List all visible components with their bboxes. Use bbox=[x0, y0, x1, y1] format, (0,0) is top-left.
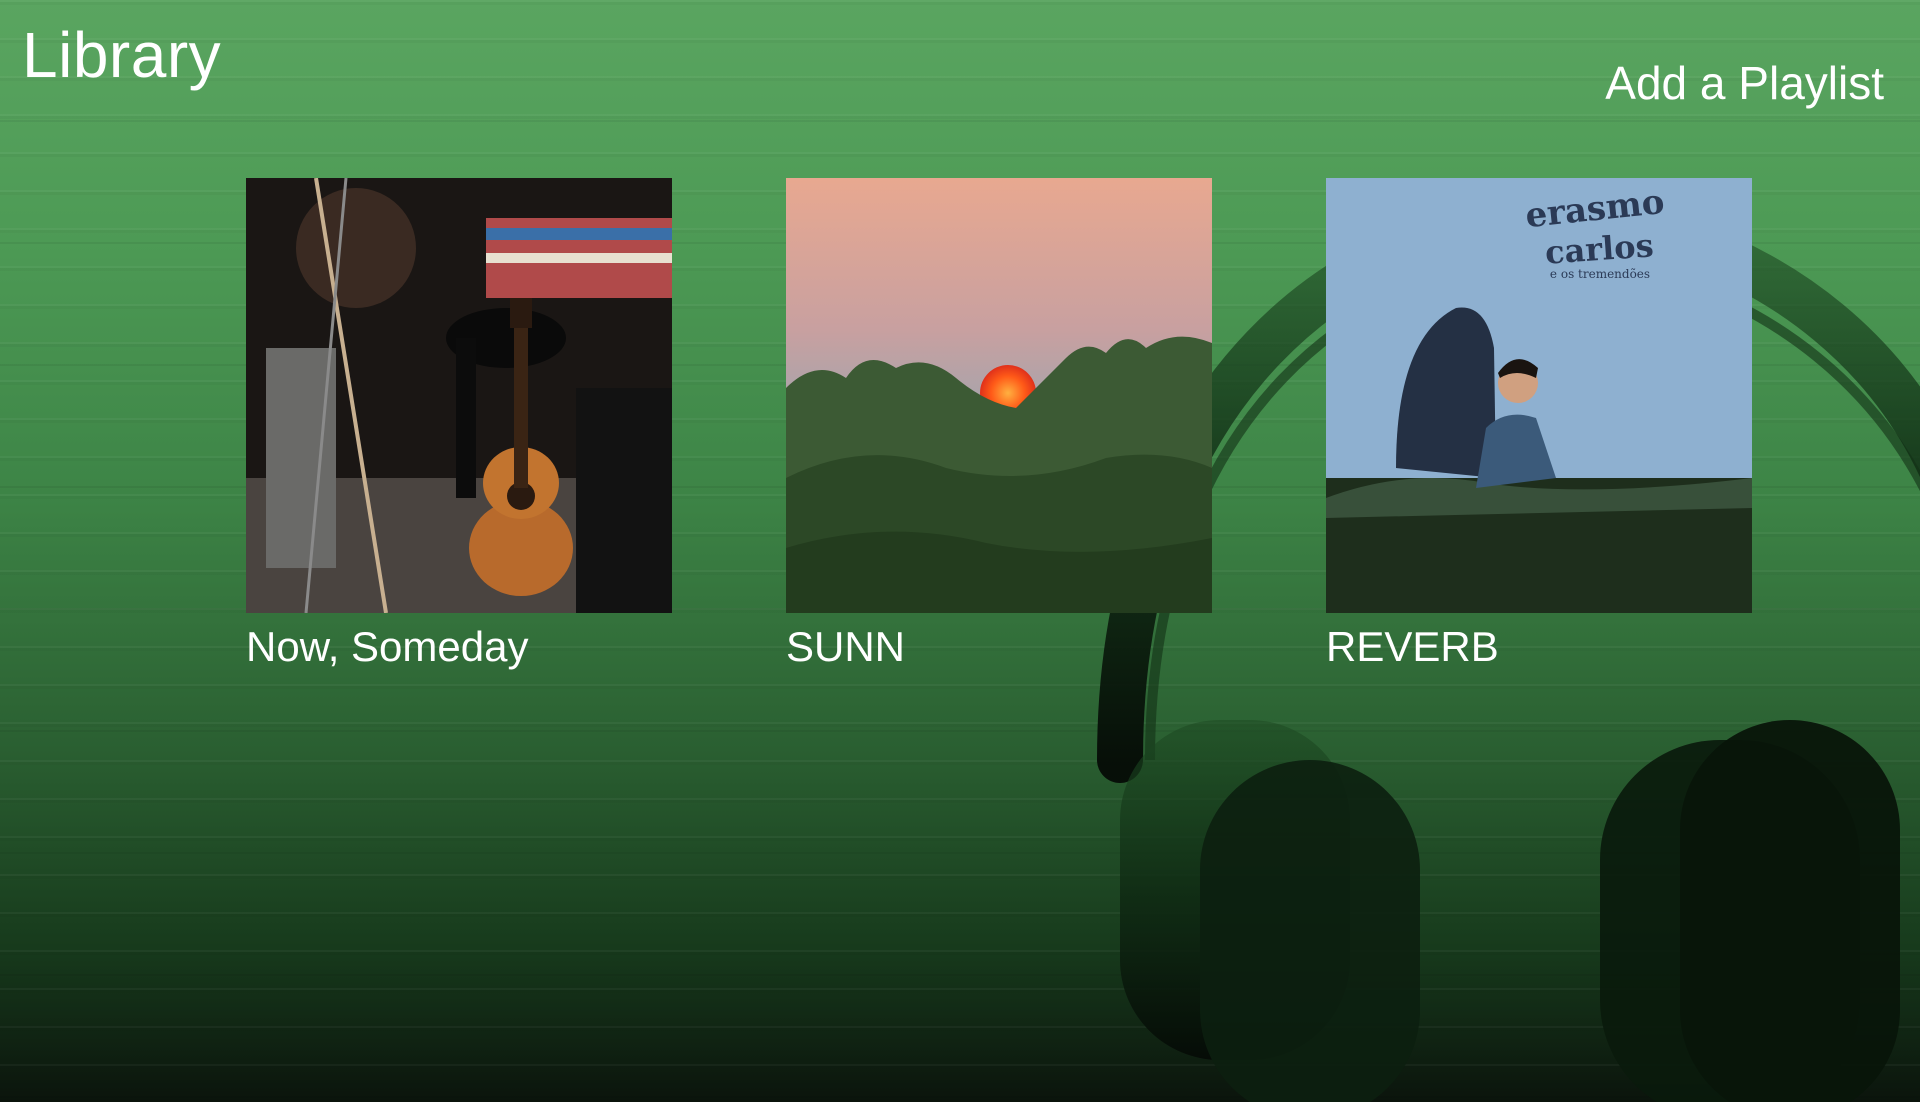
library-screen: Library Add a Playlist Now, Someday SUNN… bbox=[0, 0, 1920, 1102]
album-cover-guitar[interactable] bbox=[246, 178, 672, 613]
playlist-grid: Now, Someday SUNN erasmo carlos e os tre… bbox=[246, 178, 1752, 671]
page-title: Library bbox=[22, 19, 222, 91]
playlist-card-now-someday[interactable]: Now, Someday bbox=[246, 178, 672, 671]
album-cover-erasmo-carlos[interactable]: erasmo carlos e os tremendões bbox=[1326, 178, 1752, 613]
playlist-title: Now, Someday bbox=[246, 623, 529, 670]
playlist-card-sunn[interactable]: SUNN bbox=[786, 178, 1212, 671]
cover-text-tremendoes: e os tremendões bbox=[1550, 267, 1650, 281]
playlist-title: REVERB bbox=[1326, 623, 1499, 670]
cover-text-carlos: carlos bbox=[1544, 226, 1655, 271]
album-cover-sunset[interactable] bbox=[786, 178, 1212, 613]
playlist-card-reverb[interactable]: erasmo carlos e os tremendões REVERB bbox=[1326, 178, 1752, 671]
playlist-title: SUNN bbox=[786, 623, 906, 670]
add-playlist-button[interactable]: Add a Playlist bbox=[1605, 56, 1884, 110]
